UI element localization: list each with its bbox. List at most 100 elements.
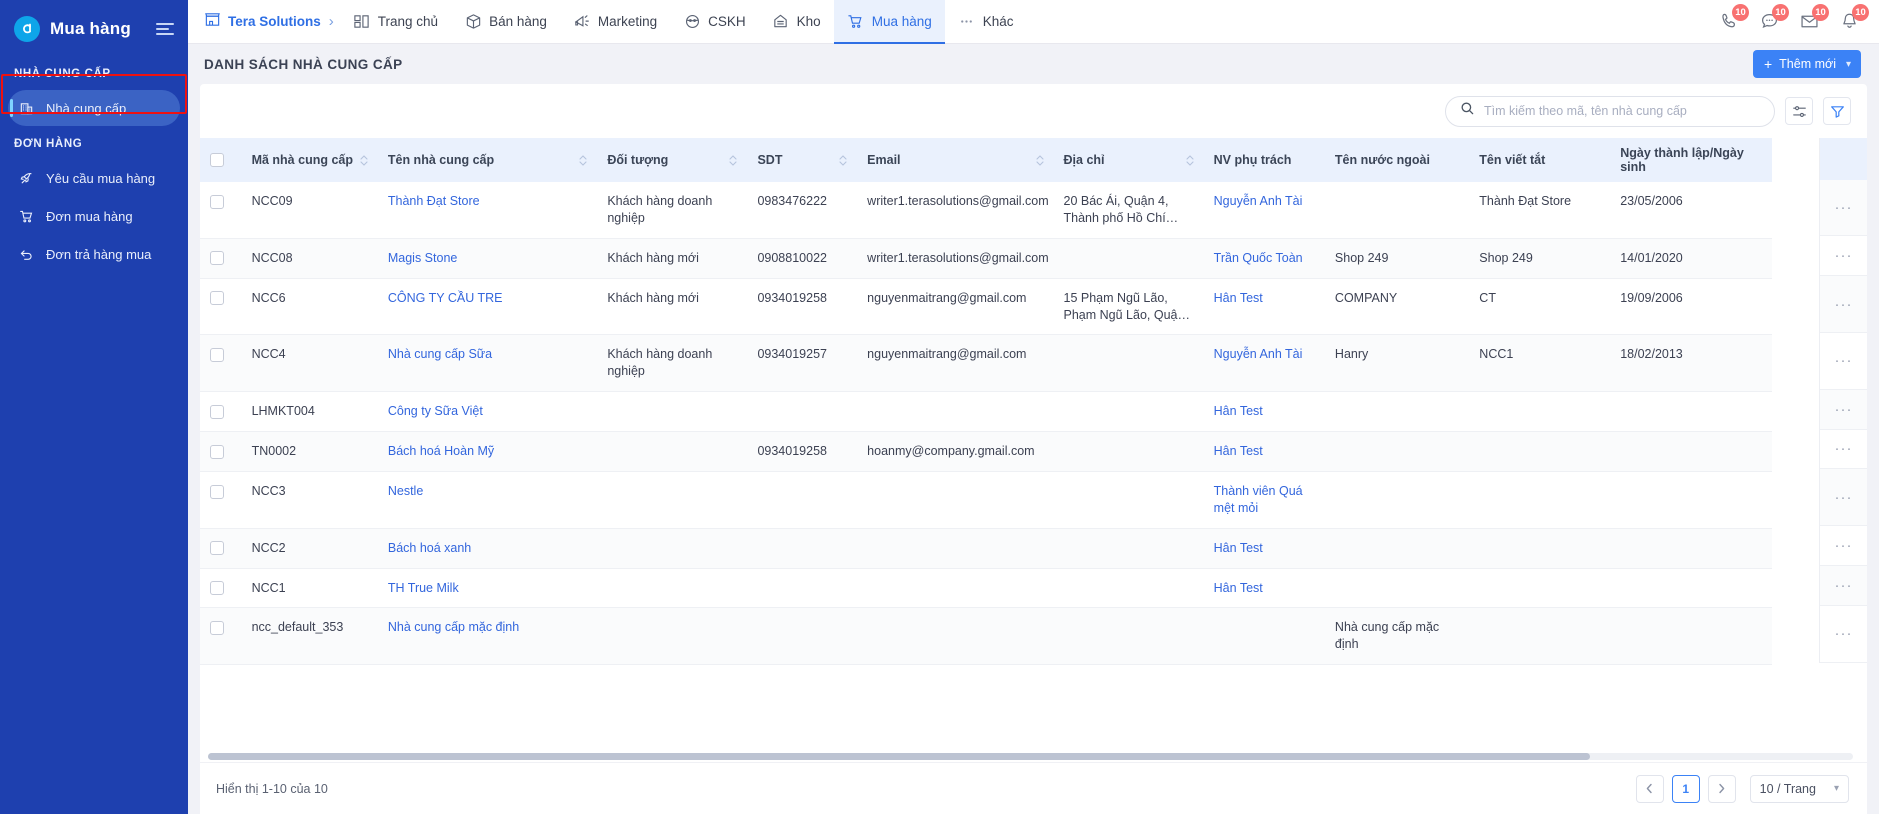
sidebar-item-yeu-cau-mua-hang[interactable]: Yêu cầu mua hàng <box>8 160 180 196</box>
row-action-menu-button[interactable]: ··· <box>1835 489 1853 506</box>
nav-item-khac[interactable]: Khác <box>945 0 1027 44</box>
prev-page-button[interactable] <box>1635 774 1664 803</box>
column-header-address[interactable]: Địa chỉ <box>1053 138 1204 182</box>
table-row[interactable]: TN0002 Bách hoá Hoàn Mỹ 0934019258 hoanmy@c… <box>200 431 1772 472</box>
row-action-menu-button[interactable]: ··· <box>1835 577 1853 594</box>
page-number-1[interactable]: 1 <box>1671 774 1700 803</box>
sort-icon[interactable] <box>839 154 847 166</box>
cell-link[interactable]: Hân Test <box>1214 581 1263 595</box>
scrollbar-thumb[interactable] <box>208 752 1590 760</box>
table-row[interactable]: NCC3 Nestle Thành viên Quá mệt mỏi <box>200 471 1772 529</box>
add-new-button[interactable]: + Thêm mới ▾ <box>1752 50 1861 78</box>
cell-link[interactable]: Công ty Sữa Việt <box>388 404 483 418</box>
table-row[interactable]: LHMKT004 Công ty Sữa Việt Hân Test <box>200 391 1772 432</box>
nav-item-marketing[interactable]: Marketing <box>560 0 670 44</box>
row-action-menu-button[interactable]: ··· <box>1835 440 1853 457</box>
column-header-staff[interactable]: NV phụ trách <box>1203 138 1325 182</box>
cell-staff[interactable]: Hân Test <box>1203 278 1325 336</box>
cell-link[interactable]: Nguyễn Anh Tài <box>1214 347 1303 361</box>
cell-name[interactable]: Thành Đạt Store <box>377 182 598 239</box>
row-checkbox[interactable] <box>210 404 224 419</box>
row-checkbox[interactable] <box>210 251 224 266</box>
sort-icon[interactable] <box>360 154 368 166</box>
table-row[interactable]: NCC4 Nhà cung cấp Sữa Khách hàng doanh ngh… <box>200 334 1772 393</box>
nav-item-mua-hang[interactable]: Mua hàng <box>833 0 945 44</box>
table-row[interactable]: NCC2 Bách hoá xanh Hân Test <box>200 528 1772 569</box>
cell-link[interactable]: Hân Test <box>1214 291 1263 305</box>
row-action-menu-button[interactable]: ··· <box>1835 401 1853 418</box>
row-action-menu-button[interactable]: ··· <box>1835 625 1853 642</box>
table-row[interactable]: ncc_default_353 Nhà cung cấp mặc định Nhà … <box>200 607 1772 666</box>
breadcrumb-brand[interactable]: Tera Solutions <box>198 11 327 33</box>
chevron-down-icon[interactable]: ▾ <box>1846 59 1851 70</box>
phone-icon[interactable]: 10 <box>1717 3 1749 34</box>
chat-icon[interactable]: 10 <box>1757 3 1789 34</box>
sort-icon[interactable] <box>1035 154 1044 166</box>
cell-link[interactable]: Nhà cung cấp Sữa <box>388 347 492 361</box>
per-page-select[interactable]: 10 / Trang ▾ <box>1749 774 1849 803</box>
cell-staff[interactable]: Thành viên Quá mệt mỏi <box>1203 471 1325 529</box>
filter-button[interactable] <box>1823 97 1851 125</box>
nav-item-trang-chu[interactable]: Trang chủ <box>340 0 451 44</box>
horizontal-scrollbar[interactable] <box>200 750 1867 762</box>
next-page-button[interactable] <box>1707 774 1736 803</box>
cell-name[interactable]: Nestle <box>377 471 598 529</box>
cell-link[interactable]: Hân Test <box>1214 444 1263 458</box>
row-checkbox[interactable] <box>210 621 224 636</box>
sidebar-item-nha-cung-cap[interactable]: Nhà cung cấp <box>8 90 180 126</box>
row-checkbox[interactable] <box>210 484 224 499</box>
sort-icon[interactable] <box>579 154 587 166</box>
row-action-menu-button[interactable]: ··· <box>1835 352 1853 369</box>
cell-link[interactable]: Nhà cung cấp mặc định <box>388 620 519 634</box>
row-checkbox[interactable] <box>210 194 224 209</box>
cell-name[interactable]: CÔNG TY CẦU TRE <box>377 278 598 336</box>
bell-icon[interactable]: 10 <box>1837 3 1869 34</box>
column-header-object[interactable]: Đối tượng <box>597 138 748 182</box>
cell-link[interactable]: Thành viên Quá mệt mỏi <box>1214 484 1303 515</box>
nav-item-cskh[interactable]: CSKH <box>670 0 759 44</box>
row-action-menu-button[interactable]: ··· <box>1835 537 1853 554</box>
column-header-name[interactable]: Tên nhà cung cấp <box>377 138 598 182</box>
column-header-code[interactable]: Mã nhà cung cấp <box>241 138 378 182</box>
cell-staff[interactable]: Hân Test <box>1203 528 1325 569</box>
scrollbar-track[interactable] <box>208 752 1853 760</box>
cell-link[interactable]: Magis Stone <box>388 251 457 265</box>
row-action-menu-button[interactable]: ··· <box>1835 296 1853 313</box>
column-settings-button[interactable] <box>1785 97 1813 125</box>
nav-item-kho[interactable]: Kho <box>759 0 834 44</box>
cell-staff[interactable]: Hân Test <box>1203 391 1325 432</box>
cell-link[interactable]: Nguyễn Anh Tài <box>1214 194 1303 208</box>
column-header-foreign_name[interactable]: Tên nước ngoài <box>1324 138 1470 182</box>
cell-name[interactable]: Magis Stone <box>377 238 598 279</box>
table-row[interactable]: NCC08 Magis Stone Khách hàng mới 0908810022… <box>200 238 1772 279</box>
row-checkbox[interactable] <box>210 541 224 556</box>
search-input[interactable] <box>1484 104 1760 118</box>
cell-link[interactable]: Bách hoá Hoàn Mỹ <box>388 444 494 458</box>
nav-item-ban-hang[interactable]: Bán hàng <box>451 0 560 44</box>
cell-link[interactable]: Hân Test <box>1214 541 1263 555</box>
cell-link[interactable]: CÔNG TY CẦU TRE <box>388 291 503 305</box>
select-all-checkbox[interactable] <box>210 153 224 168</box>
row-action-menu-button[interactable]: ··· <box>1835 247 1853 264</box>
sidebar-item-don-tra-hang-mua[interactable]: Đơn trả hàng mua <box>8 236 180 272</box>
cell-link[interactable]: Bách hoá xanh <box>388 541 471 555</box>
cell-staff[interactable] <box>1203 607 1325 666</box>
cell-name[interactable]: Nhà cung cấp Sữa <box>377 334 598 393</box>
column-header-email[interactable]: Email <box>857 138 1054 182</box>
cell-staff[interactable]: Hân Test <box>1203 431 1325 472</box>
mail-icon[interactable]: 10 <box>1797 3 1829 34</box>
cell-staff[interactable]: Hân Test <box>1203 568 1325 609</box>
row-action-menu-button[interactable]: ··· <box>1835 199 1853 216</box>
hamburger-icon[interactable] <box>156 23 174 35</box>
table-row[interactable]: NCC6 CÔNG TY CẦU TRE Khách hàng mới 0934019… <box>200 278 1772 336</box>
table-row[interactable]: NCC1 TH True Milk Hân Test <box>200 568 1772 609</box>
column-header-short_name[interactable]: Tên viết tắt <box>1469 138 1611 182</box>
sort-icon[interactable] <box>1186 154 1194 166</box>
sort-icon[interactable] <box>729 154 738 166</box>
cell-link[interactable]: TH True Milk <box>388 581 459 595</box>
cell-name[interactable]: Công ty Sữa Việt <box>377 391 598 432</box>
cell-link[interactable]: Hân Test <box>1214 404 1263 418</box>
sidebar-item-don-mua-hang[interactable]: Đơn mua hàng <box>8 198 180 234</box>
cell-link[interactable]: Trần Quốc Toàn <box>1214 251 1303 265</box>
row-checkbox[interactable] <box>210 444 224 459</box>
